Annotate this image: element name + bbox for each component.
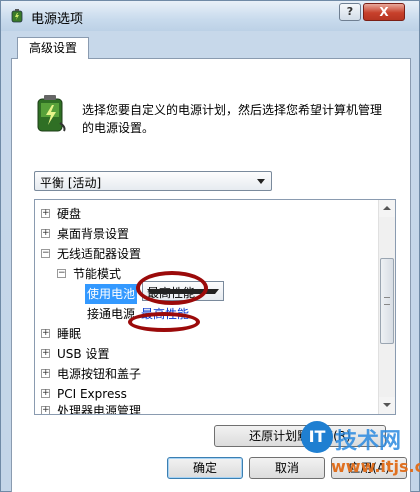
collapse-icon[interactable]: −: [57, 269, 66, 278]
tab-advanced-settings[interactable]: 高级设置: [17, 37, 89, 59]
expand-icon[interactable]: +: [41, 389, 50, 398]
annotation-circle: [136, 271, 208, 305]
watermark-name: 技术网: [335, 429, 402, 454]
tree-item-label: 睡眠: [57, 327, 82, 341]
chevron-down-icon: [257, 179, 265, 184]
window-title: 电源选项: [31, 12, 84, 27]
tree-item-label: 电源按钮和盖子: [57, 367, 142, 381]
watermark-url: www.itjs.cn: [331, 457, 420, 476]
tab-container: 高级设置 选择您要自定义的电源计划，然后选择您希望计算机管理的电源设置。 平衡 …: [11, 37, 411, 492]
expand-icon[interactable]: +: [41, 329, 50, 338]
tree-item-label: 处理器电源管理: [57, 404, 142, 415]
tree-scrollbar[interactable]: [378, 200, 395, 414]
battery-icon: [37, 95, 66, 132]
expand-icon[interactable]: +: [41, 406, 50, 414]
scroll-thumb[interactable]: [380, 258, 394, 344]
collapse-icon[interactable]: −: [41, 249, 50, 258]
ok-button[interactable]: 确定: [167, 457, 243, 479]
annotation-circle: [128, 312, 200, 332]
expand-icon[interactable]: +: [41, 209, 50, 218]
battery-plug-icon: [11, 9, 23, 23]
expand-icon[interactable]: +: [41, 349, 50, 358]
tree-item-label: USB 设置: [57, 347, 110, 361]
watermark-logo: IT: [301, 421, 333, 453]
tree-item-label: 使用电池: [85, 284, 138, 304]
tree-item-label: 硬盘: [57, 207, 82, 221]
expand-icon[interactable]: +: [41, 369, 50, 378]
site-watermark: IT 技术网 www.itjs.cn: [301, 421, 420, 491]
scroll-down-arrow-icon[interactable]: [379, 397, 395, 414]
description-text: 选择您要自定义的电源计划，然后选择您希望计算机管理的电源设置。: [82, 103, 383, 135]
scroll-up-arrow-icon[interactable]: [379, 200, 395, 217]
title-bar[interactable]: 电源选项 ? X: [1, 1, 419, 31]
power-plan-value: 平衡 [活动]: [40, 176, 102, 190]
tree-item-label: 桌面背景设置: [57, 227, 130, 241]
expand-icon[interactable]: +: [41, 229, 50, 238]
tree-item-label: 无线适配器设置: [57, 247, 142, 261]
power-plan-dropdown[interactable]: 平衡 [活动]: [34, 171, 272, 191]
power-options-window: 电源选项 ? X 高级设置 选择您要自定义的电源计划，然后选择您希望计算机管理的…: [0, 0, 420, 492]
tree-item-label: 节能模式: [73, 267, 122, 281]
close-button[interactable]: X: [363, 3, 405, 21]
help-button[interactable]: ?: [339, 3, 361, 21]
settings-tree[interactable]: + 硬盘 + 桌面背景设置 − 无线适配器设置 − 节能模式 使用电池 接通电源…: [34, 199, 396, 415]
